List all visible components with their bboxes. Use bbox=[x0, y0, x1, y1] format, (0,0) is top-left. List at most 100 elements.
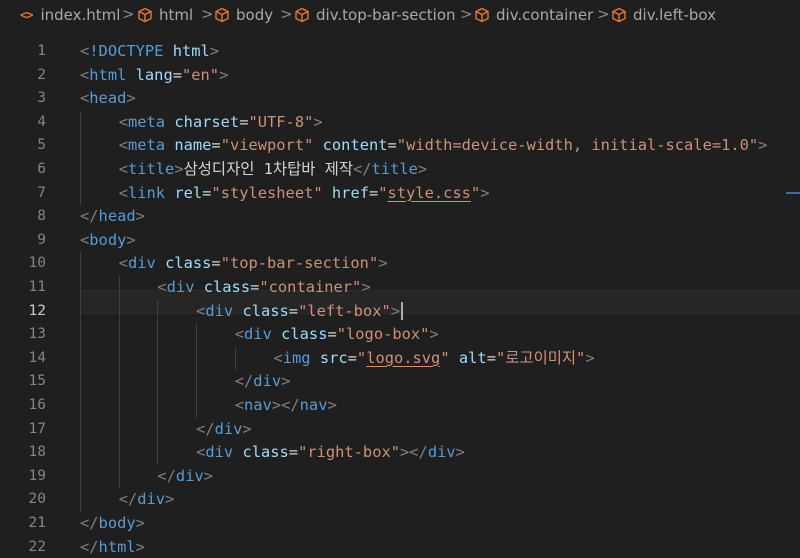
code-token: > bbox=[455, 443, 465, 462]
line-number: 2 bbox=[37, 66, 46, 83]
code-line[interactable]: <nav></nav> bbox=[235, 394, 337, 418]
code-token: = bbox=[288, 301, 299, 320]
code-line[interactable]: </html> bbox=[80, 536, 145, 558]
breadcrumb-item-file[interactable]: <> index.html bbox=[20, 6, 120, 24]
scrollbar-marker[interactable] bbox=[786, 192, 800, 194]
code-line[interactable]: </div> bbox=[157, 465, 213, 489]
code-token: > bbox=[135, 207, 145, 226]
code-token: = bbox=[387, 136, 397, 155]
code-token: "width=device-width, initial-scale=1.0" bbox=[396, 136, 759, 155]
code-token: content bbox=[322, 136, 388, 155]
code-token: " bbox=[470, 183, 481, 202]
code-token: div bbox=[205, 443, 234, 462]
code-link[interactable]: style.css bbox=[388, 184, 471, 202]
code-line[interactable]: <img src="logo.svg" alt="로고이미지"> bbox=[273, 347, 594, 371]
code-token: > bbox=[209, 42, 220, 60]
code-line[interactable]: </div> bbox=[119, 488, 175, 512]
breadcrumb: <> index.html > html > body > div.top-ba… bbox=[0, 0, 800, 31]
breadcrumb-item-left-box[interactable]: div.left-box bbox=[611, 6, 716, 24]
code-token: < bbox=[80, 65, 90, 84]
breadcrumb-label: div.left-box bbox=[633, 6, 716, 24]
code-token: < bbox=[80, 42, 90, 60]
code-token: title bbox=[127, 160, 175, 178]
code-token: = bbox=[347, 348, 357, 367]
code-editor[interactable]: <> index.html > html > body > div.top-ba… bbox=[0, 0, 800, 558]
code-line[interactable]: </body> bbox=[80, 512, 145, 536]
code-line[interactable]: <div class="left-box"> bbox=[196, 300, 404, 324]
code-token: " bbox=[440, 348, 450, 367]
line-number: 14 bbox=[28, 349, 46, 366]
code-line[interactable]: <div class="top-bar-section"> bbox=[119, 252, 388, 276]
line-number: 7 bbox=[37, 184, 46, 201]
code-token: < bbox=[234, 396, 245, 414]
code-line[interactable]: <title>삼성디자인 1차탑바 제작</title> bbox=[119, 158, 427, 182]
code-line[interactable]: </div> bbox=[235, 370, 291, 394]
line-number: 8 bbox=[37, 208, 46, 225]
chevron-right-icon: > bbox=[201, 5, 214, 23]
code-token: div bbox=[427, 443, 456, 462]
code-token: > bbox=[165, 490, 175, 509]
breadcrumb-item-body[interactable]: body bbox=[214, 6, 273, 24]
code-token: "stylesheet" bbox=[211, 183, 323, 202]
code-token: link bbox=[127, 183, 166, 202]
code-token: lang bbox=[135, 65, 173, 84]
line-number: 18 bbox=[28, 444, 46, 461]
code-line[interactable]: <html lang="en"> bbox=[80, 64, 228, 88]
code-token: nav bbox=[299, 396, 328, 414]
code-line[interactable]: <div class="logo-box"> bbox=[235, 323, 439, 347]
code-token: = bbox=[288, 443, 299, 462]
code-token: </ bbox=[80, 537, 99, 556]
code-token: < bbox=[157, 278, 167, 296]
code-token: < bbox=[273, 348, 283, 367]
chevron-right-icon: > bbox=[460, 5, 473, 23]
code-token: < bbox=[80, 89, 90, 108]
code-token: "logo-box" bbox=[336, 325, 430, 344]
indent-guide bbox=[196, 323, 198, 418]
code-token: "UTF-8" bbox=[248, 112, 314, 131]
line-number: 12 bbox=[28, 302, 46, 319]
element-cube-icon bbox=[295, 7, 309, 23]
line-number: 15 bbox=[28, 373, 46, 390]
code-line[interactable]: <head> bbox=[80, 87, 136, 111]
code-line[interactable]: </head> bbox=[80, 205, 145, 229]
code-token: > bbox=[758, 136, 768, 155]
code-token: < bbox=[118, 136, 128, 155]
code-token: div bbox=[253, 372, 282, 391]
code-token: meta bbox=[127, 136, 166, 155]
code-line[interactable]: <!DOCTYPE html> bbox=[80, 40, 219, 64]
code-line[interactable]: <div class="container"> bbox=[157, 276, 370, 300]
code-token: body bbox=[89, 230, 127, 249]
element-cube-icon bbox=[138, 7, 152, 23]
breadcrumb-item-top-bar-section[interactable]: div.top-bar-section bbox=[294, 6, 456, 24]
code-token: < bbox=[196, 301, 206, 320]
breadcrumb-label: div.top-bar-section bbox=[316, 6, 456, 24]
code-token: </ bbox=[80, 207, 99, 226]
code-token: "container" bbox=[259, 278, 362, 296]
code-line[interactable]: <meta charset="UTF-8"> bbox=[119, 111, 323, 135]
code-token: meta bbox=[127, 112, 166, 131]
code-line[interactable]: <div class="right-box"></div> bbox=[196, 441, 465, 465]
code-link[interactable]: logo.svg bbox=[366, 349, 440, 367]
indent-guide bbox=[80, 252, 81, 512]
code-token: </ bbox=[80, 514, 99, 532]
code-line[interactable]: <link rel="stylesheet" href="style.css"> bbox=[119, 182, 490, 206]
breadcrumb-item-container[interactable]: div.container bbox=[474, 6, 593, 24]
code-token: > bbox=[135, 514, 145, 532]
code-token: rel bbox=[174, 183, 203, 202]
code-line[interactable]: </div> bbox=[196, 418, 252, 442]
breadcrumb-item-html[interactable]: html bbox=[137, 6, 193, 24]
breadcrumb-label: body bbox=[236, 6, 274, 24]
code-line[interactable]: <body> bbox=[80, 229, 136, 253]
code-token: </ bbox=[353, 160, 372, 178]
code-token: src bbox=[319, 348, 348, 367]
code-token: > bbox=[480, 183, 490, 202]
code-line[interactable]: <meta name="viewport" content="width=dev… bbox=[119, 134, 768, 158]
line-number: 5 bbox=[37, 137, 46, 154]
code-token: > bbox=[327, 396, 337, 414]
